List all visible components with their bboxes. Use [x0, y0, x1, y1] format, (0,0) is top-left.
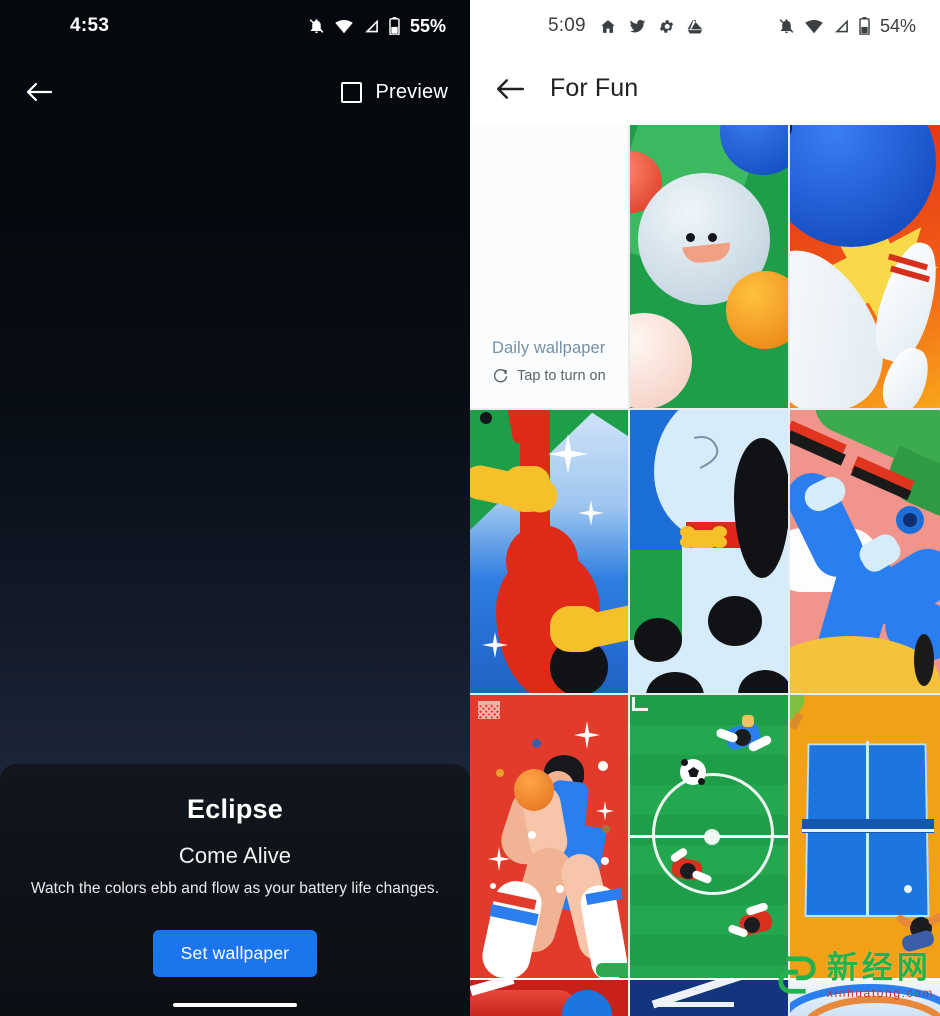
confetti-dot — [532, 739, 541, 748]
wallpaper-grid-next-row — [470, 980, 940, 1016]
eye-left — [686, 233, 695, 242]
left-status-bar: 4:53 55% — [0, 0, 470, 52]
left-app-bar: Preview — [0, 60, 470, 124]
right-app-bar: For Fun — [470, 52, 940, 125]
climber-thumbnail[interactable] — [790, 410, 940, 693]
bone-end — [712, 536, 727, 548]
dot — [480, 412, 492, 424]
bone-end — [680, 536, 695, 548]
wallpaper-subtitle: Come Alive — [178, 843, 292, 868]
shoe — [596, 963, 628, 977]
bowling-ball — [790, 125, 936, 247]
ball-patch — [698, 778, 705, 785]
back-arrow-icon[interactable] — [22, 75, 56, 109]
gear-icon — [659, 19, 673, 33]
partial-thumbnail-1[interactable] — [470, 980, 628, 1016]
back-arrow-icon[interactable] — [492, 71, 528, 107]
net-top-line — [802, 829, 934, 832]
sparkle — [574, 721, 600, 749]
confetti-dot — [602, 825, 610, 833]
white-ball — [630, 313, 692, 408]
confetti-dot — [598, 761, 608, 771]
basketball-hoop — [478, 701, 500, 719]
daily-wallpaper-action: Tap to turn on — [517, 367, 606, 384]
dog-smile — [693, 436, 719, 469]
hand-upper — [504, 466, 550, 512]
guitar-thumbnail[interactable] — [470, 410, 628, 693]
notifications-off-icon — [779, 19, 794, 34]
blob-faces-thumbnail[interactable] — [630, 125, 788, 408]
home-indicator[interactable] — [173, 1003, 297, 1007]
center-spot — [704, 829, 720, 845]
battery-icon — [389, 17, 400, 35]
bowling-thumbnail[interactable] — [790, 125, 940, 408]
confetti-dot — [490, 883, 496, 889]
ping-pong-thumbnail[interactable] — [790, 695, 940, 978]
dog-spot — [708, 596, 762, 646]
battery-icon — [859, 17, 870, 35]
eye-right — [708, 233, 717, 242]
preview-checkbox-icon[interactable] — [341, 81, 363, 103]
basketball — [514, 769, 554, 811]
player-blue-accent — [742, 715, 754, 727]
wallpaper-title: Eclipse — [187, 794, 283, 824]
partial-thumbnail-3[interactable] — [790, 980, 940, 1016]
soccer-field-thumbnail[interactable] — [630, 695, 788, 978]
basketball-thumbnail[interactable] — [470, 695, 628, 978]
notification-icons — [599, 18, 704, 35]
blue-dot-center — [903, 513, 917, 527]
status-time: 4:53 — [70, 15, 110, 36]
status-icons: 55% — [308, 16, 446, 37]
set-wallpaper-button[interactable]: Set wallpaper — [152, 930, 318, 977]
confetti-dot — [528, 831, 536, 839]
ping-pong-ball — [904, 885, 912, 893]
confetti-dot — [601, 857, 609, 865]
right-status-bar: 5:09 54% — [470, 0, 940, 52]
notifications-off-icon — [309, 19, 324, 34]
wallpaper-preview-screen: 4:53 55% Preview Eclipse Come Alive Watc… — [0, 0, 470, 1016]
wallpaper-info-sheet: Eclipse Come Alive Watch the colors ebb … — [0, 764, 470, 1016]
refresh-icon — [493, 369, 508, 383]
hand-lower — [550, 606, 602, 652]
preview-label: Preview — [375, 80, 448, 103]
twitter-icon — [629, 19, 646, 32]
dark-leaf — [914, 634, 934, 686]
page-title: For Fun — [550, 74, 639, 102]
player-body — [900, 928, 936, 954]
dog-spot — [634, 618, 682, 662]
daily-wallpaper-tile[interactable]: Daily wallpaper Tap to turn on — [470, 125, 628, 408]
sparkle — [596, 801, 614, 821]
wifi-icon — [335, 20, 353, 34]
battery-percent: 54% — [879, 15, 916, 36]
orange-ball — [726, 271, 788, 349]
ball-patch — [681, 759, 688, 766]
signal-icon — [365, 19, 378, 33]
battery-percent: 55% — [409, 15, 446, 36]
dog-thumbnail[interactable] — [630, 410, 788, 693]
google-drive-icon — [687, 19, 703, 33]
confetti-dot — [556, 885, 564, 893]
signal-icon — [835, 19, 848, 33]
status-icons: 54% — [778, 16, 916, 37]
confetti-dot — [496, 769, 504, 777]
partial-thumbnail-2[interactable] — [630, 980, 788, 1016]
home-icon — [601, 19, 615, 33]
wifi-icon — [805, 20, 823, 34]
corner-mark — [632, 697, 648, 711]
wallpaper-grid: Daily wallpaper Tap to turn on — [470, 125, 940, 978]
wallpaper-description: Watch the colors ebb and flow as your ba… — [30, 880, 440, 897]
status-time: 5:09 — [548, 15, 586, 36]
daily-wallpaper-title: Daily wallpaper — [492, 339, 606, 357]
dual-screenshot: 4:53 55% Preview Eclipse Come Alive Watc… — [0, 0, 940, 1016]
preview-toggle[interactable]: Preview — [341, 81, 448, 104]
wallpaper-picker-screen: 5:09 54% For Fun Daily wallpaper Tap to … — [470, 0, 940, 1016]
white-line — [658, 1002, 734, 1007]
